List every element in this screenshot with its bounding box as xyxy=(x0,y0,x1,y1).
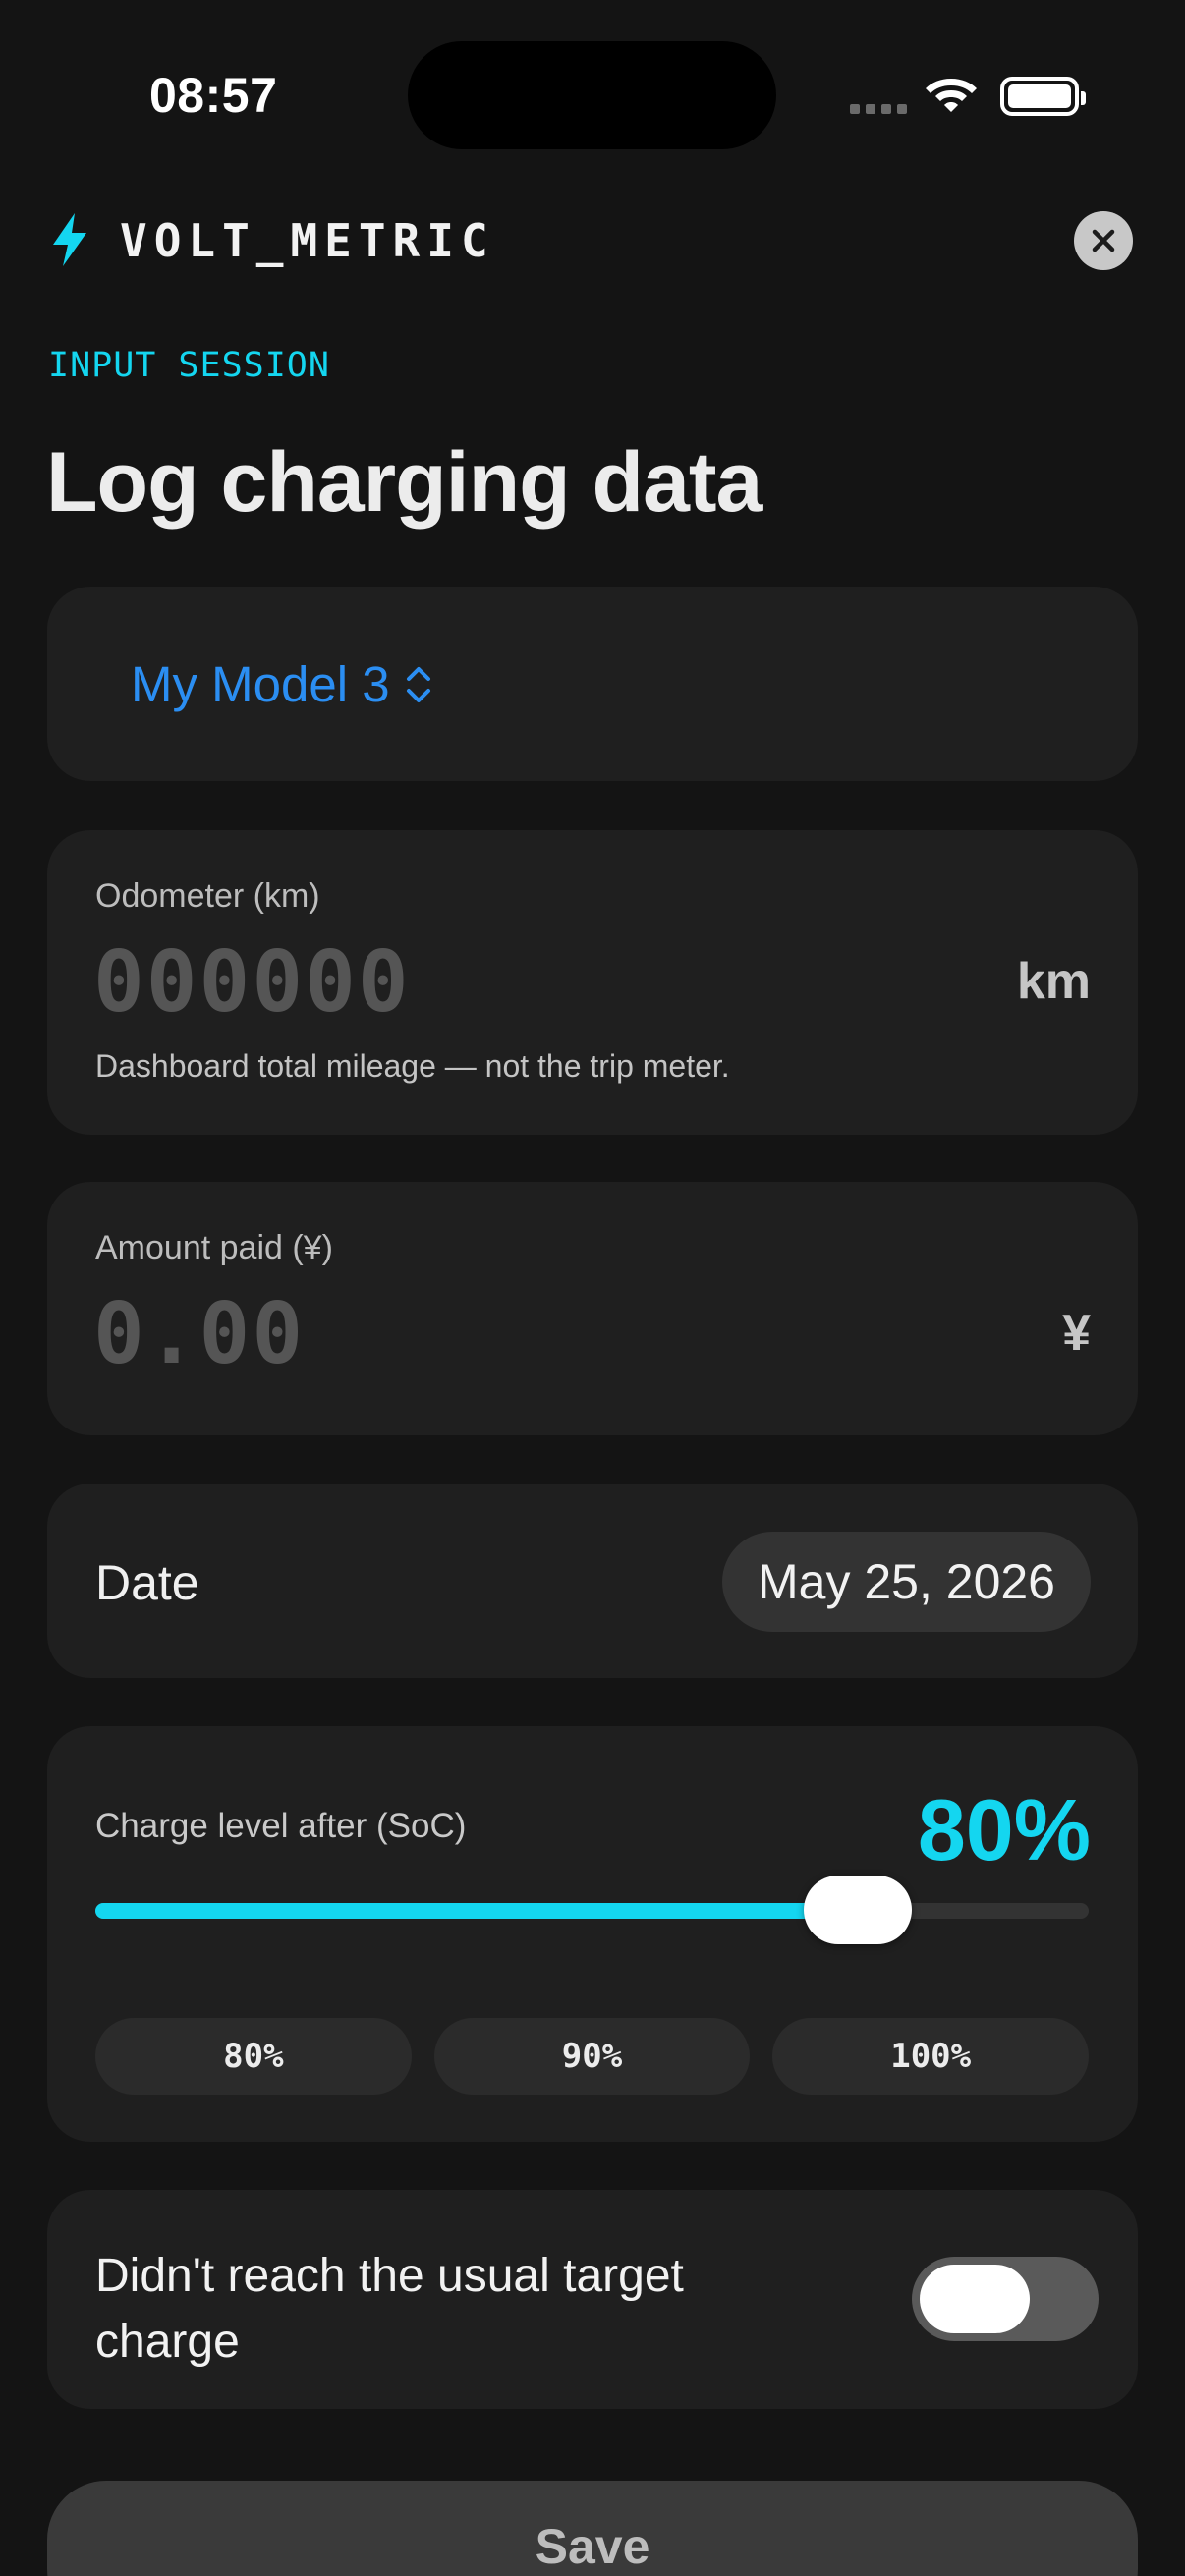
preset-100-button[interactable]: 100% xyxy=(772,2018,1090,2095)
odometer-help-text: Dashboard total mileage — not the trip m… xyxy=(95,1048,730,1084)
dynamic-island xyxy=(408,41,776,149)
amount-unit: ¥ xyxy=(1062,1305,1091,1362)
preset-80-button[interactable]: 80% xyxy=(95,2018,412,2095)
slider-fill xyxy=(95,1903,858,1919)
lightning-bolt-icon xyxy=(53,213,86,266)
session-label: INPUT SESSION xyxy=(48,346,330,385)
preset-90-button[interactable]: 90% xyxy=(433,2018,751,2095)
shortfall-toggle[interactable] xyxy=(912,2257,1099,2341)
amount-card: Amount paid (¥) ¥ xyxy=(47,1182,1138,1435)
soc-presets: 80% 90% 100% xyxy=(95,2018,1090,2095)
vehicle-picker-value: My Model 3 xyxy=(131,656,390,712)
soc-slider[interactable] xyxy=(95,1876,1089,1944)
date-label: Date xyxy=(95,1555,199,1610)
soc-card: Charge level after (SoC) 80% 80% 90% 100… xyxy=(47,1726,1138,2142)
amount-input[interactable] xyxy=(93,1285,879,1383)
odometer-label: Odometer (km) xyxy=(95,877,320,915)
vehicle-picker[interactable]: My Model 3 xyxy=(131,655,433,713)
odometer-unit: km xyxy=(1016,953,1091,1010)
toggle-knob xyxy=(920,2265,1030,2333)
date-picker-button[interactable]: May 25, 2026 xyxy=(722,1532,1091,1632)
amount-label: Amount paid (¥) xyxy=(95,1229,333,1266)
save-button[interactable]: Save xyxy=(47,2481,1138,2576)
odometer-card: Odometer (km) km Dashboard total mileage… xyxy=(47,830,1138,1135)
status-time: 08:57 xyxy=(149,68,278,123)
cellular-signal-icon xyxy=(850,104,907,114)
close-icon xyxy=(1092,229,1115,252)
app-brand: VOLT_METRIC xyxy=(120,214,495,267)
slider-thumb[interactable] xyxy=(803,1876,912,1944)
vehicle-card: My Model 3 xyxy=(47,587,1138,781)
shortfall-label: Didn't reach the usual target charge xyxy=(95,2250,684,2368)
page-title: Log charging data xyxy=(46,435,762,530)
soc-label: Charge level after (SoC) xyxy=(95,1807,467,1845)
chevron-up-down-icon xyxy=(406,666,430,702)
shortfall-card: Didn't reach the usual target charge xyxy=(47,2190,1138,2409)
close-button[interactable] xyxy=(1074,211,1133,270)
date-card: Date May 25, 2026 xyxy=(47,1484,1138,1678)
battery-icon xyxy=(1000,77,1086,116)
wifi-icon xyxy=(926,79,977,112)
odometer-input[interactable] xyxy=(93,933,879,1032)
soc-value: 80% xyxy=(917,1781,1091,1878)
